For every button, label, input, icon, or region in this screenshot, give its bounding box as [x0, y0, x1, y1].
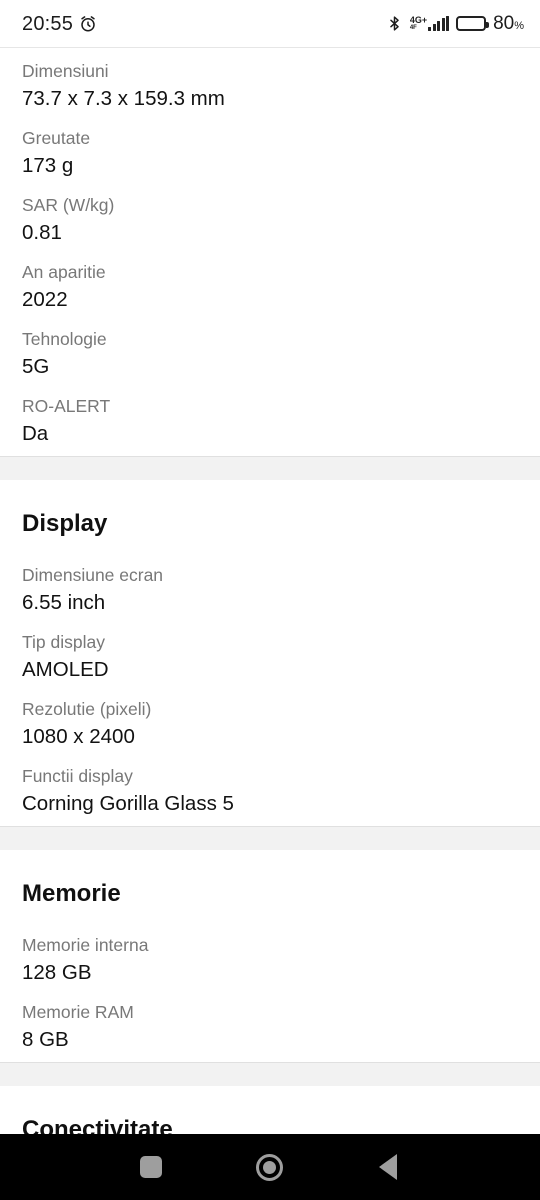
- spec-value: 73.7 x 7.3 x 159.3 mm: [22, 86, 225, 110]
- square-recents-icon: [140, 1156, 162, 1178]
- spec-value: 6.55 inch: [22, 590, 106, 614]
- spec-row: Memorie interna 128 GB: [0, 928, 540, 995]
- spec-row: An aparitie 2022: [0, 255, 540, 322]
- spec-row: RO-ALERT Da: [0, 389, 540, 456]
- circle-home-icon: [255, 1153, 283, 1181]
- status-bar-right: 4G+ 4F 80%: [386, 14, 524, 33]
- spec-label: An aparitie: [22, 262, 106, 282]
- spec-list-scroll-area[interactable]: Dimensiuni 73.7 x 7.3 x 159.3 mm Greutate 1…: [0, 48, 540, 1134]
- spec-label: Rezolutie (pixeli): [22, 699, 152, 719]
- battery-icon: [456, 16, 489, 31]
- spec-label: Greutate: [22, 128, 91, 148]
- spec-row: SAR (W/kg) 0.81: [0, 188, 540, 255]
- spec-label: Dimensiune ecran: [22, 565, 164, 585]
- clock-time: 20:55: [22, 12, 74, 35]
- section-divider: [0, 456, 540, 480]
- spec-value: AMOLED: [22, 657, 109, 681]
- section-title: Conectivitate: [22, 1116, 173, 1135]
- back-button[interactable]: [358, 1134, 418, 1200]
- spec-value: 1080 x 2400: [22, 724, 135, 748]
- spec-value: Da: [22, 421, 49, 445]
- spec-value: Corning Gorilla Glass 5: [22, 791, 234, 815]
- home-button[interactable]: [239, 1134, 299, 1200]
- network-sub-label: 4F: [409, 25, 417, 31]
- recents-button[interactable]: [121, 1134, 181, 1200]
- battery-percent-unit: %: [514, 20, 524, 32]
- battery-percent-label: 80%: [493, 14, 524, 33]
- spec-row: Greutate 173 g: [0, 121, 540, 188]
- spec-value: 5G: [22, 354, 50, 378]
- spec-row: Tip display AMOLED: [0, 625, 540, 692]
- spec-label: Tehnologie: [22, 329, 107, 349]
- spec-label: SAR (W/kg): [22, 195, 115, 215]
- section-title: Memorie: [22, 880, 121, 907]
- network-generation: 4G+: [409, 15, 428, 25]
- spec-label: Dimensiuni: [22, 61, 109, 81]
- spec-row: Dimensiuni 73.7 x 7.3 x 159.3 mm: [0, 54, 540, 121]
- spec-label: Memorie RAM: [22, 1002, 134, 1022]
- spec-row: Memorie RAM 8 GB: [0, 995, 540, 1062]
- spec-row: Dimensiune ecran 6.55 inch: [0, 558, 540, 625]
- alarm-clock-icon: [79, 15, 97, 33]
- status-bar: 20:55 4G+ 4F 80%: [0, 0, 540, 48]
- status-bar-left: 20:55: [22, 14, 97, 34]
- battery-percent-value: 80: [493, 13, 515, 34]
- signal-strength-bars: [428, 16, 450, 31]
- spec-value: 128 GB: [22, 960, 92, 984]
- section-title: Display: [22, 510, 108, 537]
- section-divider: [0, 826, 540, 850]
- spec-value: 173 g: [22, 153, 74, 177]
- spec-label: Functii display: [22, 766, 133, 786]
- spec-row: Rezolutie (pixeli) 1080 x 2400: [0, 692, 540, 759]
- section-divider: [0, 1062, 540, 1086]
- signal-bars-icon: 4G+ 4F: [409, 15, 450, 32]
- spec-value: 2022: [22, 287, 68, 311]
- android-navigation-bar: [0, 1134, 540, 1200]
- bluetooth-icon: [386, 14, 403, 33]
- triangle-back-icon: [379, 1154, 397, 1180]
- spec-row: Functii display Corning Gorilla Glass 5: [0, 759, 540, 826]
- phone-screen: 20:55 4G+ 4F 80% Dimensiuni 73.7 x 7.3 x…: [0, 0, 540, 1200]
- spec-label: Memorie interna: [22, 935, 149, 955]
- spec-value: 0.81: [22, 220, 62, 244]
- spec-value: 8 GB: [22, 1027, 69, 1051]
- spec-row: Tehnologie 5G: [0, 322, 540, 389]
- spec-label: RO-ALERT: [22, 396, 111, 416]
- network-type-label: 4G+ 4F: [409, 15, 428, 32]
- spec-label: Tip display: [22, 632, 105, 652]
